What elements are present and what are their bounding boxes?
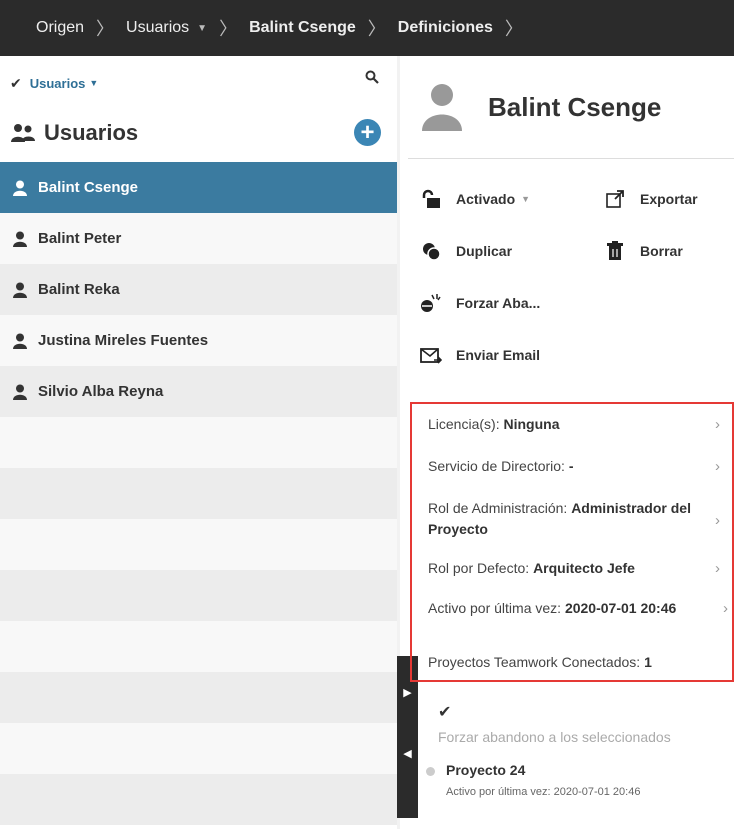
breadcrumb-item-definiciones[interactable]: Definiciones 〉	[398, 15, 535, 41]
checkmark-icon: ✔	[10, 74, 22, 91]
user-name: Balint Csenge	[38, 179, 139, 196]
user-list-panel: ✔ Usuarios ▼ Usuarios + Balint Csenge Ba…	[0, 56, 397, 829]
project-status-dot[interactable]	[426, 767, 435, 776]
caret-down-icon: ▼	[89, 78, 99, 88]
duplicate-icon	[420, 240, 442, 262]
trash-icon	[604, 240, 626, 262]
user-name: Balint Reka	[38, 281, 120, 298]
email-icon	[420, 344, 442, 366]
breadcrumb: Origen 〉 Usuarios ▼ 〉 Balint Csenge 〉 De…	[0, 0, 734, 56]
admin-role-row[interactable]: Rol de Administración: Administrador del…	[428, 498, 720, 540]
breadcrumb-item-user[interactable]: Balint Csenge 〉	[249, 15, 398, 41]
user-row[interactable]: Justina Mireles Fuentes	[0, 315, 397, 366]
avatar	[422, 84, 462, 131]
select-all-checkmark-icon[interactable]: ✔	[438, 702, 451, 722]
empty-row	[0, 417, 397, 468]
user-detail-name: Balint Csenge	[488, 91, 662, 122]
force-leave-selected-button[interactable]: Forzar abandono a los seleccionados	[438, 729, 671, 745]
panel-title: Usuarios +	[0, 110, 397, 156]
empty-row	[0, 621, 397, 672]
force-leave-button[interactable]: Forzar Aba...	[420, 292, 540, 314]
breadcrumb-item-origen[interactable]: Origen 〉	[36, 15, 126, 41]
user-list: Balint Csenge Balint Peter Balint Reka J…	[0, 162, 397, 825]
empty-row	[0, 774, 397, 825]
license-row[interactable]: Licencia(s): Ninguna ›	[428, 415, 720, 433]
user-detail-panel: Balint Csenge Activado ▼ Exportar Duplic…	[408, 56, 734, 829]
chevron-right-icon: ›	[715, 559, 720, 577]
chevron-right-icon: ›	[715, 415, 720, 433]
project-last-active: Activo por última vez: 2020-07-01 20:46	[446, 786, 641, 798]
last-active-row[interactable]: Activo por última vez: 2020-07-01 20:46 …	[428, 599, 728, 617]
unlock-icon	[420, 188, 442, 210]
user-row[interactable]: Balint Csenge	[0, 162, 397, 213]
project-name: Proyecto 24	[446, 762, 526, 778]
plus-icon: +	[360, 118, 375, 146]
user-icon	[13, 180, 27, 196]
breadcrumb-item-usuarios[interactable]: Usuarios ▼ 〉	[126, 15, 249, 41]
caret-down-icon: ▼	[521, 194, 531, 204]
directory-service-row[interactable]: Servicio de Directorio: - ›	[428, 457, 720, 475]
chevron-right-icon: ›	[715, 457, 720, 475]
chevron-right-icon: ›	[715, 512, 720, 529]
filter-dropdown[interactable]: ✔ Usuarios ▼	[0, 56, 397, 110]
chevron-right-icon: ›	[723, 599, 728, 617]
activated-dropdown[interactable]: Activado ▼	[420, 188, 530, 210]
user-name: Silvio Alba Reyna	[38, 383, 164, 400]
users-group-icon	[11, 124, 35, 142]
user-row[interactable]: Balint Peter	[0, 213, 397, 264]
panel-title-text: Usuarios	[44, 120, 139, 145]
user-info-box: Licencia(s): Ninguna › Servicio de Direc…	[410, 402, 734, 682]
delete-button[interactable]: Borrar	[604, 240, 683, 262]
empty-row	[0, 468, 397, 519]
add-user-button[interactable]: +	[354, 119, 381, 146]
export-button[interactable]: Exportar	[604, 188, 698, 210]
chevron-right-icon: 〉	[367, 19, 386, 39]
user-icon	[13, 384, 27, 400]
duplicate-button[interactable]: Duplicar	[420, 240, 512, 262]
send-email-button[interactable]: Enviar Email	[420, 344, 540, 366]
chevron-right-icon: 〉	[219, 19, 238, 39]
user-icon	[13, 231, 27, 247]
caret-down-icon: ▼	[197, 22, 208, 34]
user-header: Balint Csenge	[408, 56, 734, 159]
empty-row	[0, 672, 397, 723]
filter-label: Usuarios	[29, 75, 86, 91]
external-link-icon	[604, 188, 626, 210]
empty-row	[0, 519, 397, 570]
force-leave-icon	[420, 292, 442, 314]
search-icon[interactable]	[365, 70, 379, 84]
user-name: Balint Peter	[38, 230, 122, 247]
chevron-right-icon: 〉	[96, 19, 115, 39]
user-row[interactable]: Silvio Alba Reyna	[0, 366, 397, 417]
empty-row	[0, 570, 397, 621]
connected-projects-row: Proyectos Teamwork Conectados: 1	[428, 654, 652, 670]
default-role-row[interactable]: Rol por Defecto: Arquitecto Jefe ›	[428, 559, 720, 577]
chevron-right-icon: 〉	[504, 19, 523, 39]
empty-row	[0, 723, 397, 774]
user-name: Justina Mireles Fuentes	[38, 332, 209, 349]
user-icon	[13, 333, 27, 349]
user-icon	[13, 282, 27, 298]
user-row[interactable]: Balint Reka	[0, 264, 397, 315]
